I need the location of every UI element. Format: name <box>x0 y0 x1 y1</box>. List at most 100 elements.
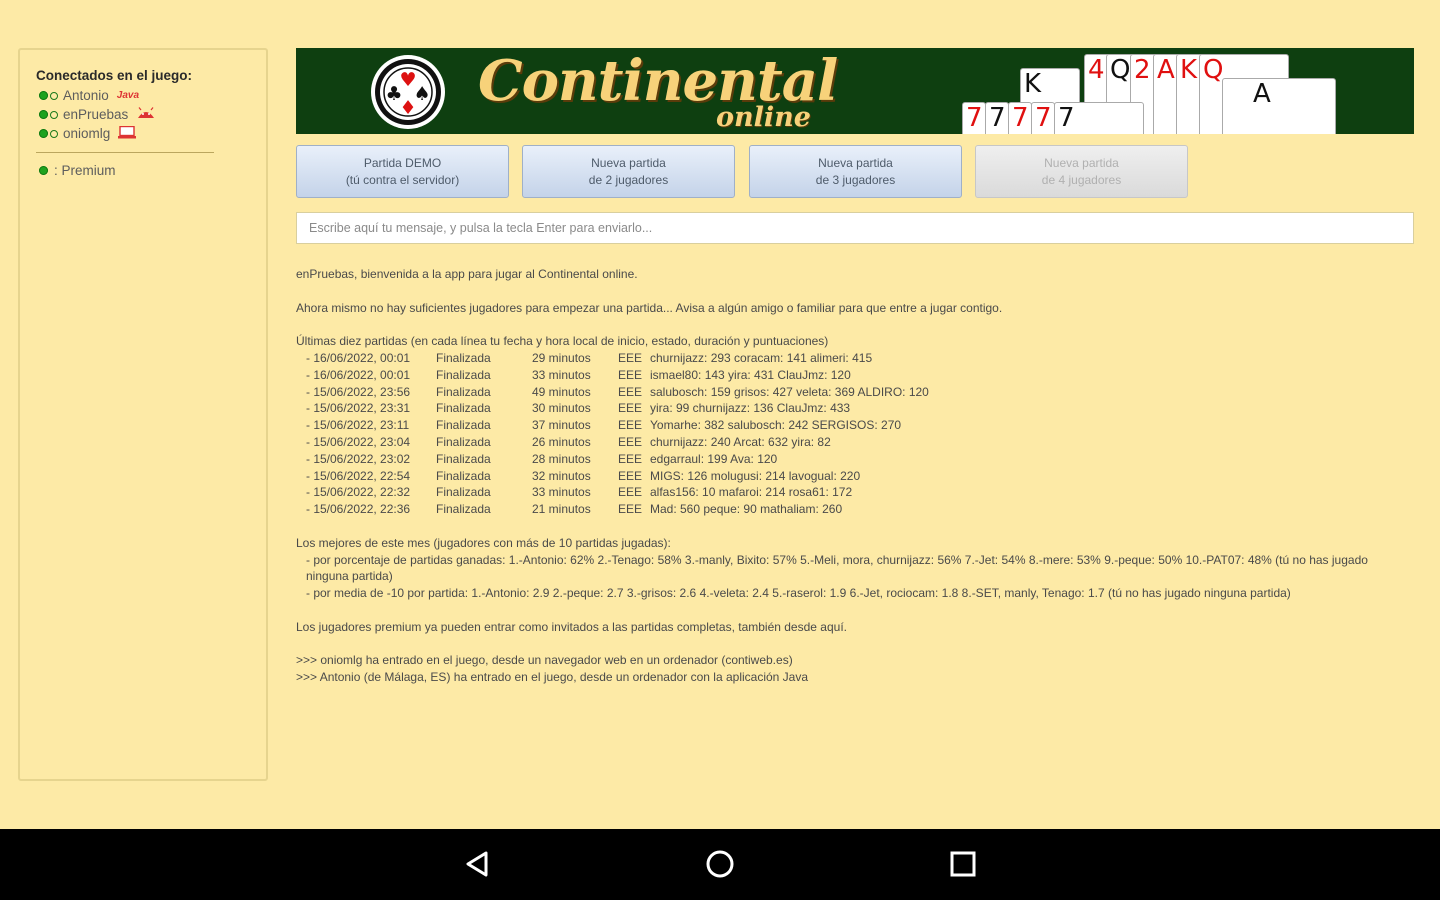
game-scores: ismael80: 143 yira: 431 ClauJmz: 120 <box>650 367 851 382</box>
button-line: de 3 jugadores <box>815 172 896 187</box>
game-status: Finalizada <box>436 401 491 416</box>
user-item[interactable]: Antonio Java <box>36 86 266 105</box>
game-date: - 16/06/2022, 00:01 <box>306 367 411 382</box>
game-code: EEE <box>618 434 643 449</box>
status-ring-icon <box>50 91 58 100</box>
divider <box>36 152 214 153</box>
notice-message: Ahora mismo no hay suficientes jugadores… <box>296 300 1003 315</box>
game-duration: 30 minutos <box>532 401 591 416</box>
game-scores: Yomarhe: 382 salubosch: 242 SERGISOS: 27… <box>650 418 902 433</box>
game-date: - 15/06/2022, 23:31 <box>306 401 411 416</box>
event-line: >>> Antonio (de Málaga, ES) ha entrado e… <box>296 670 809 685</box>
playing-card: 7 <box>985 102 1009 134</box>
game-scores: churnijazz: 240 Arcat: 632 yira: 82 <box>650 434 831 449</box>
best-by-percentage: - por porcentaje de partidas ganadas: 1.… <box>306 552 1368 584</box>
game-status: Finalizada <box>436 468 491 483</box>
new-game-4-players-button[interactable]: Nueva partida de 4 jugadores <box>975 145 1188 198</box>
new-game-3-players-button[interactable]: Nueva partida de 3 jugadores <box>749 145 962 198</box>
best-players-header: Los mejores de este mes (jugadores con m… <box>296 535 671 550</box>
user-name: enPruebas <box>63 107 129 122</box>
game-row: - 15/06/2022, 22:32 Finalizada 33 minutos E… <box>296 484 929 501</box>
game-duration: 49 minutos <box>532 384 591 399</box>
game-row: - 16/06/2022, 00:01 Finalizada 33 minutos E… <box>296 367 929 384</box>
game-row: - 15/06/2022, 23:31 Finalizada 30 minutos E… <box>296 400 929 417</box>
connected-users-title: Conectados en el juego: <box>36 68 193 83</box>
button-line: Nueva partida <box>1044 155 1119 170</box>
chat-message-input[interactable] <box>296 212 1414 244</box>
game-date: - 15/06/2022, 22:32 <box>306 485 411 500</box>
game-status: Finalizada <box>436 367 491 382</box>
playing-card: A <box>1222 78 1336 134</box>
android-icon <box>136 107 156 122</box>
game-row: - 15/06/2022, 23:02 Finalizada 28 minutos E… <box>296 451 929 468</box>
game-row: - 15/06/2022, 22:36 Finalizada 21 minutos E… <box>296 501 929 518</box>
game-code: EEE <box>618 485 643 500</box>
status-ring-icon <box>50 110 58 119</box>
recent-games-header: Últimas diez partidas (en cada línea tu … <box>296 334 829 349</box>
best-by-average: - por media de -10 por partida: 1.-Anton… <box>306 586 1291 601</box>
game-scores: alfas156: 10 mafaroi: 214 rosa61: 172 <box>650 485 853 500</box>
game-date: - 15/06/2022, 23:04 <box>306 434 411 449</box>
game-scores: MIGS: 126 molugusi: 214 lavogual: 220 <box>650 468 861 483</box>
game-duration: 28 minutos <box>532 451 591 466</box>
game-duration: 26 minutos <box>532 434 591 449</box>
message-log: enPruebas, bienvenida a la app para juga… <box>296 266 1401 686</box>
game-code: EEE <box>618 502 643 517</box>
game-row: - 15/06/2022, 22:54 Finalizada 32 minutos E… <box>296 468 929 485</box>
playing-card: 7 <box>1054 102 1144 134</box>
demo-game-button[interactable]: Partida DEMO (tú contra el servidor) <box>296 145 509 198</box>
game-code: EEE <box>618 384 643 399</box>
recent-apps-icon[interactable] <box>948 849 978 879</box>
new-game-2-players-button[interactable]: Nueva partida de 2 jugadores <box>522 145 735 198</box>
game-status: Finalizada <box>436 384 491 399</box>
welcome-message: enPruebas, bienvenida a la app para juga… <box>296 267 638 281</box>
online-status-icon <box>39 91 48 100</box>
game-date: - 15/06/2022, 23:56 <box>306 384 411 399</box>
status-ring-icon <box>50 129 58 138</box>
game-date: - 16/06/2022, 00:01 <box>306 350 411 365</box>
button-line: de 2 jugadores <box>588 172 669 187</box>
game-duration: 33 minutos <box>532 367 591 382</box>
game-scores: churnijazz: 293 coracam: 141 alimeri: 41… <box>650 350 873 365</box>
connected-users-panel: Conectados en el juego: Antonio Java enP… <box>18 48 268 781</box>
java-icon: Java <box>116 90 140 101</box>
user-name: Antonio <box>63 88 109 103</box>
user-name: oniomlg <box>63 126 111 141</box>
game-row: - 15/06/2022, 23:56 Finalizada 49 minutos E… <box>296 384 929 401</box>
game-date: - 15/06/2022, 23:02 <box>306 451 411 466</box>
game-scores: yira: 99 churnijazz: 136 ClauJmz: 433 <box>650 401 851 416</box>
premium-label: : Premium <box>54 163 116 178</box>
button-line: de 4 jugadores <box>1041 172 1122 187</box>
game-scores: salubosch: 159 grisos: 427 veleta: 369 A… <box>650 384 929 399</box>
game-date: - 15/06/2022, 22:36 <box>306 502 411 517</box>
game-duration: 37 minutos <box>532 418 591 433</box>
event-line: >>> oniomlg ha entrado en el juego, desd… <box>296 653 793 668</box>
premium-legend: : Premium <box>36 163 266 178</box>
online-status-icon <box>39 129 48 138</box>
back-icon[interactable] <box>462 849 492 879</box>
svg-text:♣: ♣ <box>385 83 402 105</box>
game-duration: 29 minutos <box>532 350 591 365</box>
game-code: EEE <box>618 367 643 382</box>
game-duration: 32 minutos <box>532 468 591 483</box>
premium-dot-icon <box>39 166 48 175</box>
user-item[interactable]: enPruebas <box>36 105 266 124</box>
game-duration: 33 minutos <box>532 485 591 500</box>
game-scores: Mad: 560 peque: 90 mathaliam: 260 <box>650 502 843 517</box>
home-icon[interactable] <box>705 849 735 879</box>
button-line: (tú contra el servidor) <box>345 172 460 187</box>
app-subtitle: online <box>716 102 811 133</box>
playing-card: 7 <box>1031 102 1055 134</box>
computer-icon <box>118 125 137 142</box>
game-code: EEE <box>618 468 643 483</box>
button-line: Nueva partida <box>818 155 893 170</box>
playing-card: 7 <box>1008 102 1032 134</box>
game-row: - 16/06/2022, 00:01 Finalizada 29 minutos E… <box>296 350 929 367</box>
game-code: EEE <box>618 418 643 433</box>
user-item[interactable]: oniomlg <box>36 124 266 143</box>
recent-games-table: - 16/06/2022, 00:01 Finalizada 29 minutos E… <box>296 350 929 518</box>
playing-card: 7 <box>962 102 986 134</box>
card-suits-logo-icon: ♥ ♦ ♣ ♠ <box>371 55 445 129</box>
game-status: Finalizada <box>436 502 491 517</box>
game-status: Finalizada <box>436 451 491 466</box>
